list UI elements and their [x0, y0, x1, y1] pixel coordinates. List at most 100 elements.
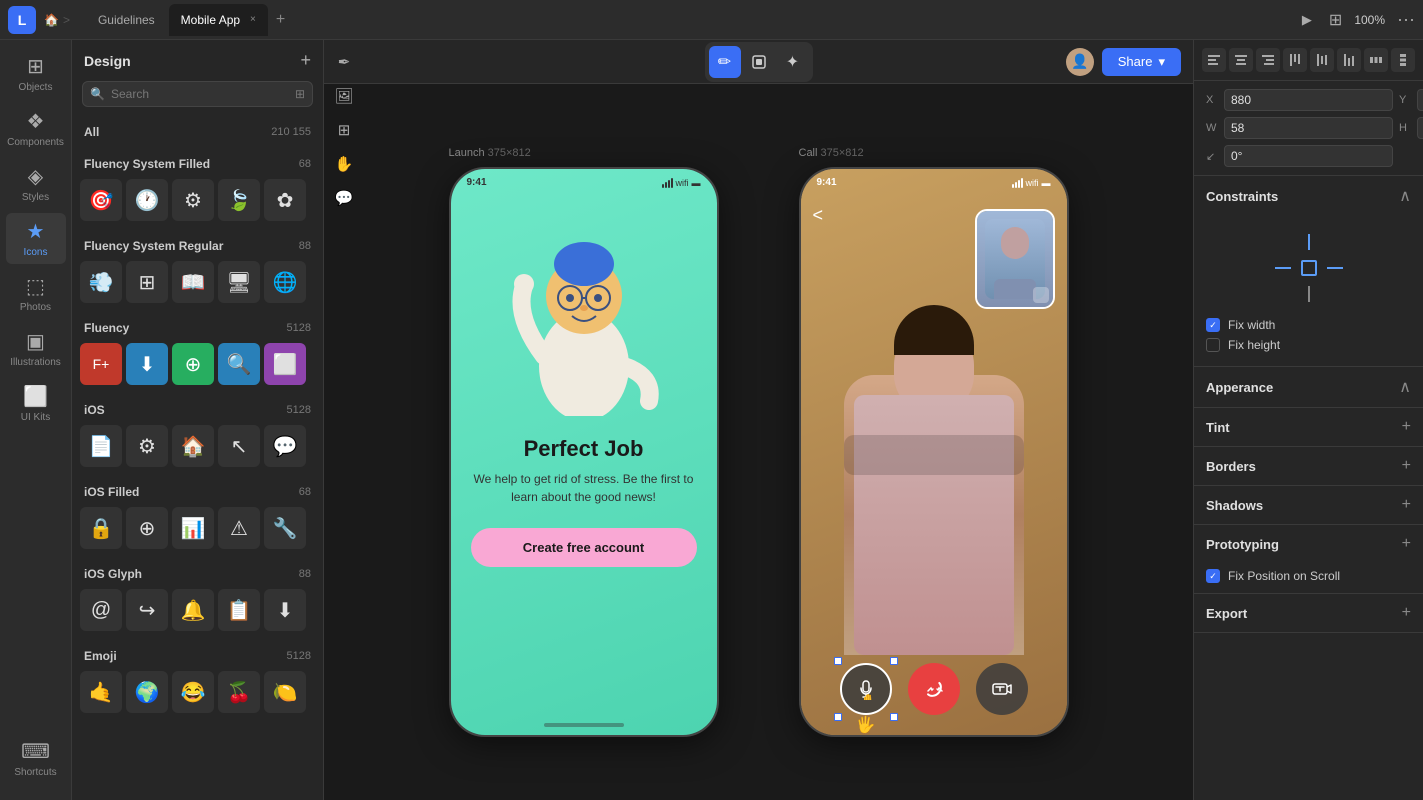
play-button[interactable]: ▶ [1297, 10, 1317, 30]
section-fluency-header[interactable]: Fluency 5128 [72, 315, 323, 339]
list-item[interactable]: 🍃 [218, 179, 260, 221]
list-item[interactable]: ⊞ [126, 261, 168, 303]
align-right-button[interactable] [1256, 48, 1280, 72]
mute-button[interactable]: ✋ [840, 663, 892, 715]
search-input[interactable] [82, 81, 313, 107]
assets-add-button[interactable]: + [300, 50, 311, 71]
plugins-tool[interactable]: ✦ [777, 46, 809, 78]
tab-add-button[interactable]: + [270, 11, 291, 29]
list-item[interactable]: 📋 [218, 589, 260, 631]
section-fluency-filled-header[interactable]: Fluency System Filled 68 [72, 151, 323, 175]
prototyping-add-icon[interactable]: + [1402, 535, 1411, 553]
sidebar-item-components[interactable]: ❖ Components [6, 103, 66, 154]
h-input[interactable] [1417, 117, 1423, 139]
sidebar-item-illustrations[interactable]: ▣ Illustrations [6, 323, 66, 374]
align-middle-button[interactable] [1310, 48, 1334, 72]
list-item[interactable]: 🔍 [218, 343, 260, 385]
tint-header[interactable]: Tint + [1194, 408, 1423, 446]
distribute-h-button[interactable] [1364, 48, 1388, 72]
list-item[interactable]: F+ [80, 343, 122, 385]
pen-tool-center[interactable]: ✏ [709, 46, 741, 78]
list-item[interactable]: @ [80, 589, 122, 631]
section-ios-header[interactable]: iOS 5128 [72, 397, 323, 421]
filter-icon[interactable]: ⊞ [295, 87, 305, 101]
shadows-header[interactable]: Shadows + [1194, 486, 1423, 524]
list-item[interactable]: 🌍 [126, 671, 168, 713]
grid-button[interactable]: ⊞ [1329, 10, 1342, 30]
list-item[interactable]: 🌐 [264, 261, 306, 303]
section-emoji-header[interactable]: Emoji 5128 [72, 643, 323, 667]
back-button[interactable]: < [813, 205, 824, 226]
shadows-add-icon[interactable]: + [1402, 496, 1411, 514]
section-ios-glyph-header[interactable]: iOS Glyph 88 [72, 561, 323, 585]
list-item[interactable]: ✿ [264, 179, 306, 221]
share-button[interactable]: Share ▾ [1102, 48, 1181, 76]
list-item[interactable]: ⊕ [172, 343, 214, 385]
list-item[interactable]: 🍒 [218, 671, 260, 713]
pen-tool[interactable]: ✒ [328, 46, 360, 78]
section-fluency-regular-header[interactable]: Fluency System Regular 88 [72, 233, 323, 257]
list-item[interactable]: 🔧 [264, 507, 306, 549]
list-item[interactable]: 🏠 [172, 425, 214, 467]
borders-add-icon[interactable]: + [1402, 457, 1411, 475]
list-item[interactable]: ⚙ [172, 179, 214, 221]
list-item[interactable]: 🖥 [218, 261, 260, 303]
constraints-header[interactable]: Constraints ∧ [1194, 176, 1423, 216]
sidebar-item-styles[interactable]: ◈ Styles [6, 158, 66, 209]
list-item[interactable]: ⚠ [218, 507, 260, 549]
align-left-button[interactable] [1202, 48, 1226, 72]
list-item[interactable]: ↪ [126, 589, 168, 631]
canvas-content[interactable]: Launch 375×812 9:41 [324, 84, 1193, 800]
sidebar-item-photos[interactable]: ⬚ Photos [6, 268, 66, 319]
prototyping-header[interactable]: Prototyping + [1194, 525, 1423, 563]
list-item[interactable]: 📖 [172, 261, 214, 303]
list-item[interactable]: 🔔 [172, 589, 214, 631]
borders-header[interactable]: Borders + [1194, 447, 1423, 485]
align-bottom-button[interactable] [1337, 48, 1361, 72]
tab-close-icon[interactable]: × [250, 14, 256, 25]
list-item[interactable]: 🍋 [264, 671, 306, 713]
sidebar-item-objects[interactable]: ⊞ Objects [6, 48, 66, 99]
list-item[interactable]: ⬜ [264, 343, 306, 385]
list-item[interactable]: 📊 [172, 507, 214, 549]
fix-height-checkbox[interactable] [1206, 338, 1220, 352]
list-item[interactable]: 🎯 [80, 179, 122, 221]
fix-width-checkbox[interactable]: ✓ [1206, 318, 1220, 332]
tab-guidelines[interactable]: Guidelines [86, 4, 167, 36]
align-center-h-button[interactable] [1229, 48, 1253, 72]
sidebar-item-ui-kits[interactable]: ⬜ UI Kits [6, 378, 66, 429]
end-call-button[interactable] [908, 663, 960, 715]
sidebar-item-icons[interactable]: ★ Icons [6, 213, 66, 264]
distribute-v-button[interactable] [1391, 48, 1415, 72]
list-item[interactable]: ⊕ [126, 507, 168, 549]
fix-position-checkbox[interactable]: ✓ [1206, 569, 1220, 583]
list-item[interactable]: ⚙ [126, 425, 168, 467]
mute-control-selected[interactable]: ✋ 🖐 [840, 663, 892, 715]
app-logo[interactable]: L [8, 6, 36, 34]
cta-button[interactable]: Create free account [471, 528, 697, 567]
list-item[interactable]: 🤙 [80, 671, 122, 713]
section-ios-filled-header[interactable]: iOS Filled 68 [72, 479, 323, 503]
x-input[interactable] [1224, 89, 1393, 111]
list-item[interactable]: ⬇ [126, 343, 168, 385]
appearance-header[interactable]: Apperance ∧ [1194, 367, 1423, 407]
list-item[interactable]: 💬 [264, 425, 306, 467]
zoom-level[interactable]: 100% [1354, 13, 1385, 27]
y-input[interactable] [1417, 89, 1423, 111]
angle-input[interactable] [1224, 145, 1393, 167]
list-item[interactable]: 📄 [80, 425, 122, 467]
text-tool[interactable]: T [328, 40, 360, 44]
w-input[interactable] [1224, 117, 1393, 139]
mask-tool[interactable] [743, 46, 775, 78]
list-item[interactable]: 🔒 [80, 507, 122, 549]
list-item[interactable]: 🕐 [126, 179, 168, 221]
constraints-collapse-icon[interactable]: ∧ [1399, 186, 1411, 206]
list-item[interactable]: 💨 [80, 261, 122, 303]
list-item[interactable]: 😂 [172, 671, 214, 713]
sidebar-item-shortcuts[interactable]: ⌨ Shortcuts [6, 733, 66, 784]
tint-add-icon[interactable]: + [1402, 418, 1411, 436]
list-item[interactable]: ↖ [218, 425, 260, 467]
section-all-header[interactable]: All 210 155 [72, 119, 323, 143]
more-button[interactable]: ··· [1397, 9, 1415, 30]
tab-mobile-app[interactable]: Mobile App × [169, 4, 268, 36]
